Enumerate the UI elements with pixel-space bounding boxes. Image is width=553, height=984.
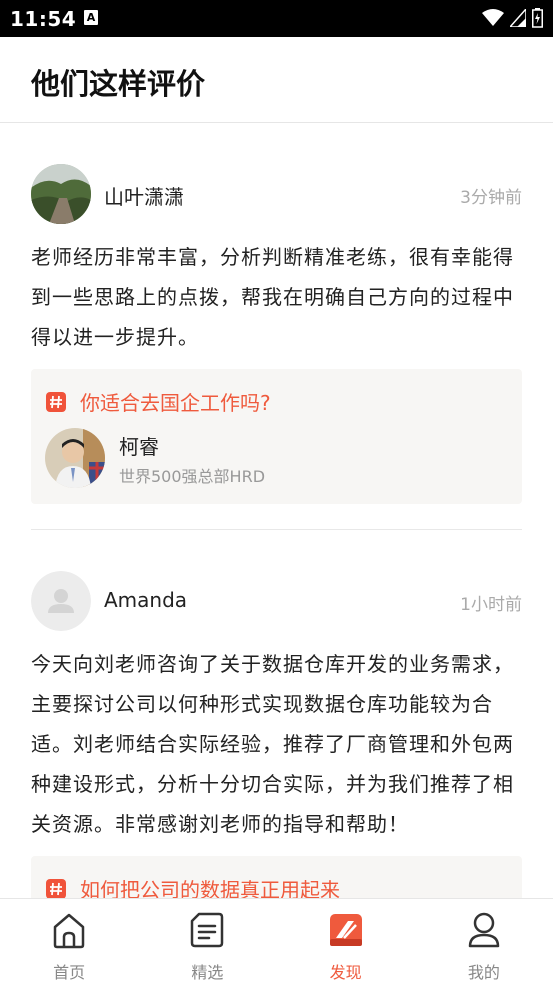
wifi-icon xyxy=(482,9,504,26)
topic-row: 你适合去国企工作吗? xyxy=(46,387,271,416)
status-icons xyxy=(482,8,543,28)
hashtag-icon xyxy=(46,391,66,412)
mentor-avatar[interactable] xyxy=(45,428,105,488)
review-text: 老师经历非常丰富，分析判断精准老练，很有幸能得到一些思路上的点拨，帮我在明确自己… xyxy=(31,245,514,349)
signal-icon xyxy=(510,9,526,27)
topic-title[interactable]: 你适合去国企工作吗? xyxy=(80,387,271,416)
mentor-name[interactable]: 柯睿 xyxy=(119,431,159,460)
review-text: 今天向刘老师咨询了关于数据仓库开发的业务需求，主要探讨公司以何种形式实现数据仓库… xyxy=(31,652,514,836)
tab-home[interactable]: 首页 xyxy=(0,899,138,984)
tab-label: 我的 xyxy=(467,963,500,982)
bottom-tab-bar: 首页 精选 发现 我的 xyxy=(0,898,553,984)
topic-card[interactable]: 你适合去国企工作吗? 柯睿 世界500强总部HRD xyxy=(31,369,522,504)
tab-label: 发现 xyxy=(329,963,362,982)
review-header: Amanda 1小时前 xyxy=(31,571,522,631)
status-bar: 11:54 A xyxy=(0,0,553,37)
tab-me[interactable]: 我的 xyxy=(415,899,553,984)
tab-discover[interactable]: 发现 xyxy=(277,899,415,984)
default-avatar-icon[interactable] xyxy=(31,571,91,631)
mentor-title: 世界500强总部HRD xyxy=(119,467,266,486)
page-title: 他们这样评价 xyxy=(31,67,206,101)
hashtag-icon xyxy=(46,878,66,898)
topic-card[interactable]: 如何把公司的数据真正用起来 xyxy=(31,856,522,898)
review-feed[interactable]: 山叶潇潇 3分钟前 老师经历非常丰富，分析判断精准老练，很有幸能得到一些思路上的… xyxy=(0,124,553,898)
battery-icon xyxy=(532,8,543,28)
review-item: Amanda 1小时前 今天向刘老师咨询了关于数据仓库开发的业务需求，主要探讨公… xyxy=(31,571,522,898)
topic-title[interactable]: 如何把公司的数据真正用起来 xyxy=(80,874,340,898)
avatar[interactable] xyxy=(31,164,91,224)
review-header: 山叶潇潇 3分钟前 xyxy=(31,164,522,224)
review-time: 1小时前 xyxy=(460,595,522,615)
review-item: 山叶潇潇 3分钟前 老师经历非常丰富，分析判断精准老练，很有幸能得到一些思路上的… xyxy=(31,164,522,504)
divider xyxy=(31,529,522,530)
author-name[interactable]: Amanda xyxy=(104,588,187,612)
document-icon xyxy=(191,912,224,948)
notification-badge-icon: A xyxy=(84,10,98,25)
review-time: 3分钟前 xyxy=(460,188,522,208)
page-header: 他们这样评价 xyxy=(0,37,553,123)
tab-label: 精选 xyxy=(191,963,224,982)
status-time: 11:54 xyxy=(10,7,77,31)
person-icon xyxy=(468,912,500,948)
author-name[interactable]: 山叶潇潇 xyxy=(104,181,184,210)
home-icon xyxy=(53,913,85,949)
tab-label: 首页 xyxy=(53,963,86,982)
tab-featured[interactable]: 精选 xyxy=(138,899,276,984)
discover-icon xyxy=(329,914,362,946)
topic-row: 如何把公司的数据真正用起来 xyxy=(46,874,340,898)
